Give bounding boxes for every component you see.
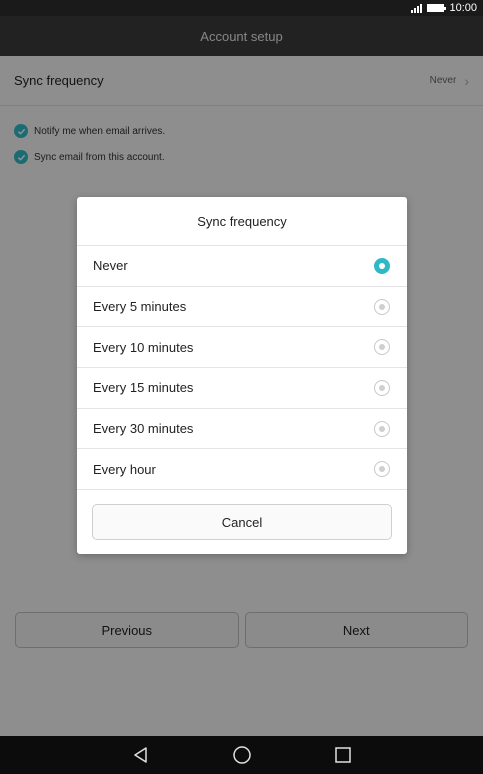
radio-unselected-icon[interactable] [374, 420, 390, 437]
option-every-hour[interactable]: Every hour [77, 449, 407, 491]
option-every-5-minutes[interactable]: Every 5 minutes [77, 287, 407, 328]
radio-unselected-icon[interactable] [374, 461, 390, 478]
status-bar: 10:00 [0, 0, 483, 16]
option-label: Every hour [93, 461, 156, 477]
option-every-30-minutes[interactable]: Every 30 minutes [77, 409, 407, 450]
signal-icon [411, 3, 423, 13]
radio-selected-icon[interactable] [374, 257, 390, 274]
battery-icon [427, 4, 447, 12]
option-label: Every 10 minutes [93, 339, 194, 355]
option-every-10-minutes[interactable]: Every 10 minutes [77, 327, 407, 369]
home-icon[interactable] [232, 745, 252, 765]
option-every-15-minutes[interactable]: Every 15 minutes [77, 368, 407, 409]
cancel-button[interactable]: Cancel [92, 504, 392, 541]
radio-unselected-icon[interactable] [374, 339, 390, 356]
option-label: Every 30 minutes [93, 421, 194, 437]
radio-unselected-icon[interactable] [374, 379, 390, 396]
sync-frequency-dialog: Sync frequency Never Every 5 minutes Eve… [77, 197, 407, 554]
navigation-bar [0, 736, 483, 774]
back-icon[interactable] [132, 746, 150, 764]
option-never[interactable]: Never [77, 246, 407, 287]
dialog-footer: Cancel [77, 490, 407, 541]
option-label: Every 5 minutes [93, 299, 187, 315]
status-time: 10:00 [449, 2, 477, 14]
radio-unselected-icon[interactable] [374, 298, 390, 315]
dialog-title: Sync frequency [77, 197, 407, 246]
option-label: Every 15 minutes [93, 380, 194, 396]
recents-icon[interactable] [334, 746, 352, 764]
option-label: Never [93, 258, 128, 274]
